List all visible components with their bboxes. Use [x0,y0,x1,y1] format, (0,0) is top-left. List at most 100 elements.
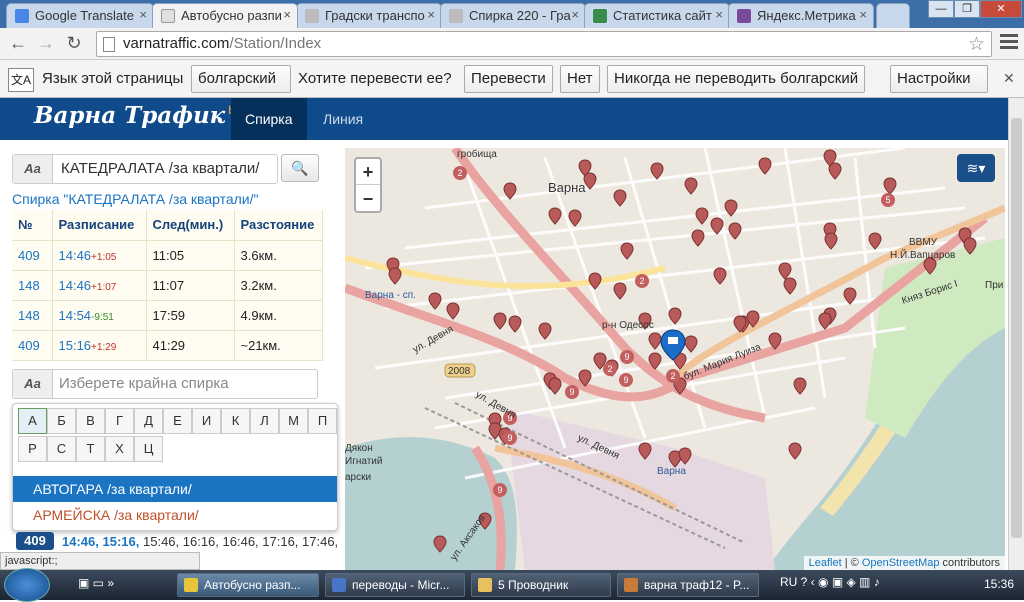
letter-button[interactable]: П [308,408,337,434]
tab-stop-220[interactable]: Спирка 220 - Гра × [440,3,586,28]
departure-times-rest: 15:46, 16:16, 16:46, 17:16, 17:46, [143,534,339,549]
address-bar[interactable]: varnatraffic.com/Station/Index ☆ [96,31,992,57]
map-label: Варна - сп. [365,290,416,301]
line-badge[interactable]: 409 [16,532,54,550]
tab-bus-schedule[interactable]: Автобусно разпи × [152,3,298,28]
taskbar-item-chrome[interactable]: Автобусно разп... [177,573,319,597]
bookmark-star-icon[interactable]: ☆ [968,33,985,57]
quick-launch[interactable]: ▣ ▭ » [78,576,126,594]
tab-city-transport[interactable]: Градски транспо × [296,3,442,28]
next-arrival: 17:59 [146,300,235,331]
close-icon[interactable]: × [571,7,579,22]
reload-icon[interactable]: ↻ [62,32,86,56]
never-translate-button[interactable]: Никогда не переводить болгарский [607,65,866,93]
leaflet-link[interactable]: Leaflet [809,557,842,569]
forward-icon[interactable]: → [34,32,58,56]
departure-times: 14:46, 15:16, 15:46, 16:16, 16:46, 17:16… [62,534,338,549]
taskbar-item-explorer[interactable]: 5 Проводник [471,573,611,597]
language-indicator[interactable]: RU [780,575,797,589]
line-number[interactable]: 409 [12,240,53,271]
map[interactable]: 2 2 2 2 5 9 9 9 9 9 9 Варна гробища ВВМУ… [345,148,1005,570]
page-icon [305,9,319,23]
search-button[interactable]: 🔍 [281,154,319,182]
scroll-thumb[interactable] [1011,118,1022,538]
menu-icon[interactable] [1000,34,1018,52]
page-icon [161,9,175,23]
nav-line[interactable]: Линия [309,98,377,140]
back-icon[interactable]: ← [6,32,30,56]
scheduled-time: 14:46 [58,247,92,263]
route-marker: 2 [607,364,612,374]
nav-stop[interactable]: Спирка [231,98,307,140]
close-icon[interactable]: × [715,7,723,22]
letter-button[interactable]: К [221,408,250,434]
close-icon[interactable]: × [427,7,435,22]
letter-button[interactable]: Е [163,408,192,434]
line-number[interactable]: 409 [12,330,53,361]
letter-button[interactable]: Б [47,408,76,434]
stop-search-value: КАТЕДРАЛАТА /за квартали/ [61,160,260,177]
close-window-icon[interactable]: ✕ [980,0,1022,18]
paint-icon [624,578,638,592]
line-number[interactable]: 148 [12,300,53,331]
restore-icon[interactable]: ❐ [954,0,980,18]
windows-taskbar: ▣ ▭ » Автобусно разп... переводы - Micr.… [0,568,1024,602]
taskbar-item-paint[interactable]: варна траф12 - P... [617,573,759,597]
translate-button[interactable]: Перевести [464,65,553,93]
translate-settings-button[interactable]: Настройки ▼ [890,65,988,112]
stop-search-input[interactable]: Аа КАТЕДРАЛАТА /за квартали/ [12,154,278,184]
line-number[interactable]: 148 [12,270,53,301]
tab-site-stats[interactable]: Статистика сайт × [584,3,730,28]
taskbar-item-word[interactable]: переводы - Micr... [325,573,465,597]
start-button[interactable] [4,568,50,602]
site-logo[interactable]: Варна Трафикbeta [34,102,252,129]
letter-button[interactable]: Д [134,408,163,434]
language-select[interactable]: болгарский ▼ [191,65,291,112]
col-schedule: Разписание [52,210,147,241]
schedule-time: 14:54-9:51 [52,300,147,331]
letter-button[interactable]: Х [105,436,134,462]
tab-google-translate[interactable]: Google Translate × [6,3,154,28]
no-button[interactable]: Нет [560,65,600,93]
letter-button[interactable]: Ц [134,436,163,462]
letter-button[interactable]: В [76,408,105,434]
end-stop-placeholder: Изберете крайна спирка [59,375,229,392]
zoom-out-button[interactable]: − [356,186,380,212]
stop-panel: Аа КАТЕДРАЛАТА /за квартали/ 🔍 Спирка "К… [0,140,345,552]
letter-button[interactable]: Р [18,436,47,462]
tab-label: Статистика сайт [613,8,712,23]
zoom-in-button[interactable]: + [356,159,380,185]
col-distance: Разстояние [234,210,323,241]
page-scrollbar[interactable] [1008,98,1024,570]
letter-button[interactable]: Л [250,408,279,434]
letter-button[interactable]: Т [76,436,105,462]
system-tray[interactable]: RU ? ‹ ◉ ▣ ◈ ▥ ♪ [780,575,880,589]
letter-button[interactable]: М [279,408,308,434]
stop-option[interactable]: АВТОГАРА /за квартали/ [13,476,337,502]
folder-icon [478,578,492,592]
clock[interactable]: 15:36 [984,577,1014,591]
close-infobar-icon[interactable]: ✕ [1003,70,1015,87]
letter-button[interactable]: Г [105,408,134,434]
osm-link[interactable]: OpenStreetMap [862,557,940,569]
tab-yandex-metrica[interactable]: Яндекс.Метрика × [728,3,874,28]
letter-button[interactable]: С [47,436,76,462]
distance: 3.2км. [234,270,323,301]
close-icon[interactable]: × [139,7,147,22]
letter-button[interactable]: А [18,408,47,434]
taskbar-label: Автобусно разп... [204,578,301,592]
table-row: 148 14:54-9:51 17:59 4.9км. [12,300,323,331]
close-icon[interactable]: × [859,7,867,22]
stop-option[interactable]: АРМЕЙСКА /за квартали/ [13,502,337,528]
font-addon: Аа [13,155,53,183]
end-stop-input[interactable]: Аа Изберете крайна спирка [12,369,318,399]
new-tab-button[interactable] [876,3,910,28]
tab-label: Спирка 220 - Гра [469,8,571,23]
letter-button[interactable]: И [192,408,221,434]
close-icon[interactable]: × [283,7,291,22]
layers-icon[interactable]: ≋▾ [957,154,995,182]
schedule-time: 14:46+1:05 [52,240,147,271]
scheduled-time: 15:16 [58,337,92,353]
page-icon [449,9,463,23]
minimize-icon[interactable]: — [928,0,954,18]
